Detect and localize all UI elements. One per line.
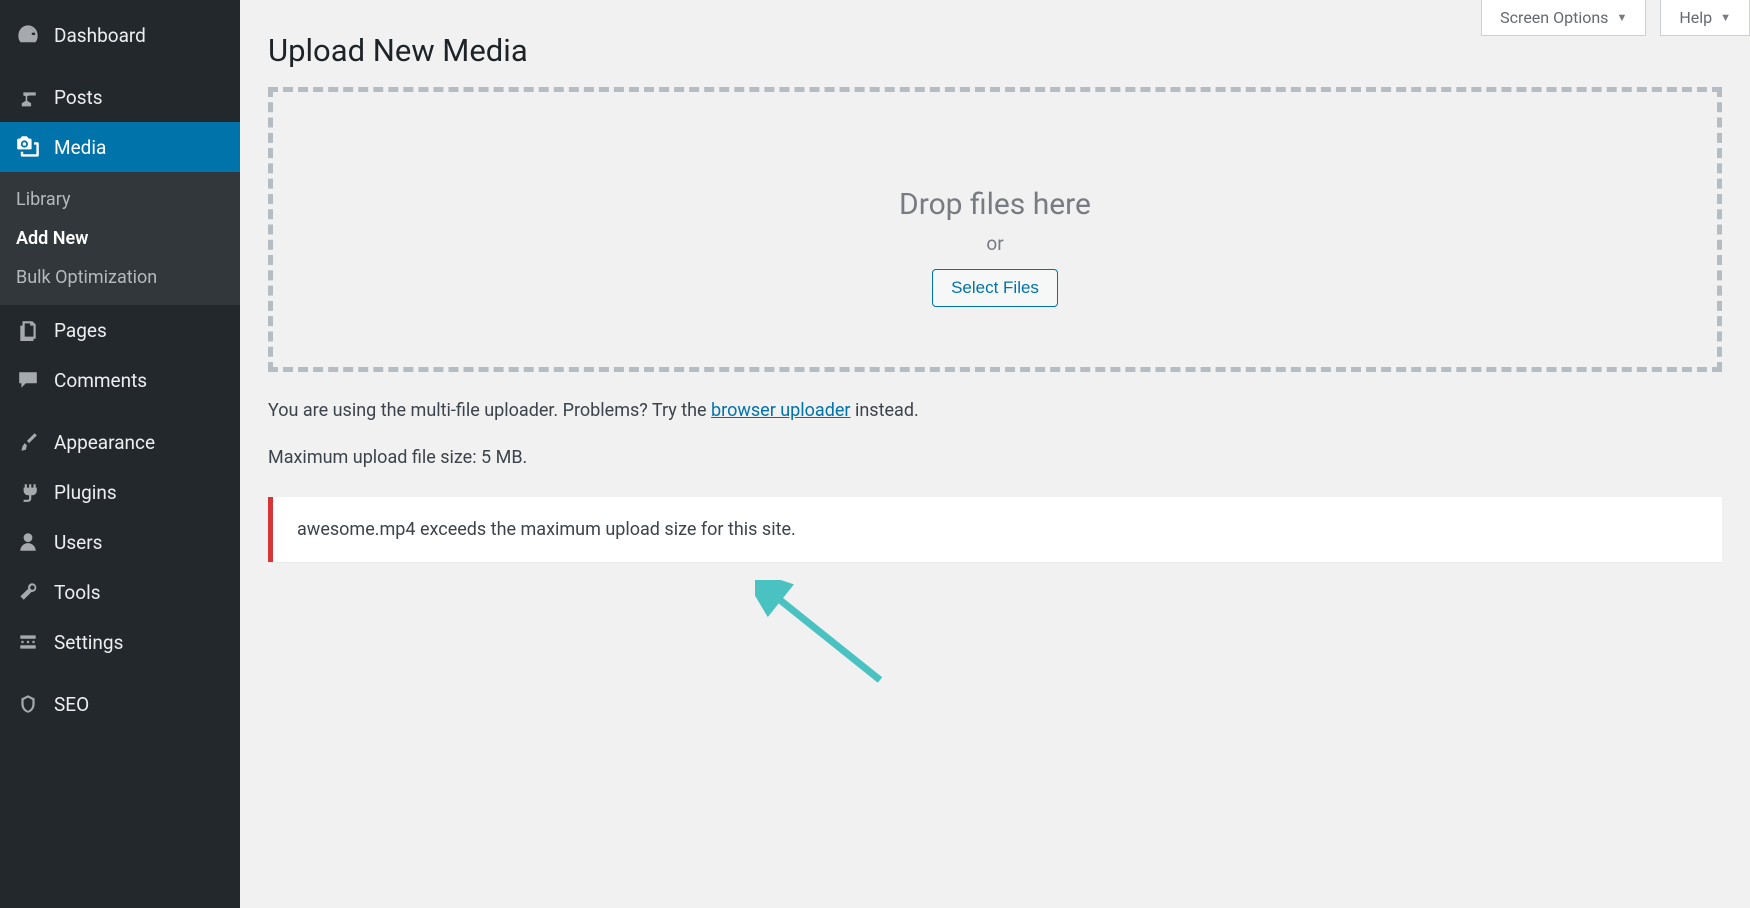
upload-error-message: awesome.mp4 exceeds the maximum upload s… [268, 497, 1722, 562]
sidebar-item-label: Dashboard [54, 24, 146, 47]
top-tabs: Screen Options ▼ Help ▼ [1481, 0, 1750, 36]
sidebar-item-label: SEO [54, 693, 89, 716]
help-label: Help [1679, 8, 1712, 27]
user-icon [14, 530, 42, 554]
sidebar-item-label: Plugins [54, 481, 117, 504]
brush-icon [14, 430, 42, 454]
sidebar-item-pages[interactable]: Pages [0, 305, 240, 355]
sidebar-item-plugins[interactable]: Plugins [0, 467, 240, 517]
help-tab[interactable]: Help ▼ [1660, 0, 1750, 36]
select-files-button[interactable]: Select Files [932, 269, 1058, 307]
sidebar-item-label: Pages [54, 319, 107, 342]
info-suffix: instead. [851, 400, 919, 421]
uploader-info-text: You are using the multi-file uploader. P… [268, 397, 1722, 424]
sidebar-item-label: Comments [54, 369, 147, 392]
comments-icon [14, 368, 42, 392]
submenu-item-bulk-optimization[interactable]: Bulk Optimization [0, 258, 240, 297]
sidebar-item-appearance[interactable]: Appearance [0, 417, 240, 467]
sidebar-item-label: Settings [54, 631, 123, 654]
sidebar-item-label: Posts [54, 86, 103, 109]
upload-dropzone[interactable]: Drop files here or Select Files [268, 87, 1722, 372]
sidebar-item-posts[interactable]: Posts [0, 72, 240, 122]
main-content: Screen Options ▼ Help ▼ Upload New Media… [240, 0, 1750, 908]
sidebar-item-users[interactable]: Users [0, 517, 240, 567]
media-submenu: Library Add New Bulk Optimization [0, 172, 240, 305]
screen-options-tab[interactable]: Screen Options ▼ [1481, 0, 1646, 36]
admin-sidebar: Dashboard Posts Media Library Add New Bu… [0, 0, 240, 908]
plugin-icon [14, 480, 42, 504]
wrench-icon [14, 580, 42, 604]
max-upload-size: Maximum upload file size: 5 MB. [268, 444, 1722, 471]
sidebar-item-seo[interactable]: SEO [0, 679, 240, 729]
seo-icon [14, 692, 42, 716]
sidebar-item-label: Media [54, 136, 106, 159]
sidebar-item-label: Tools [54, 581, 101, 604]
media-icon [14, 135, 42, 159]
arrow-annotation [755, 580, 895, 700]
chevron-down-icon: ▼ [1720, 11, 1731, 24]
sidebar-item-label: Appearance [54, 431, 155, 454]
submenu-item-library[interactable]: Library [0, 180, 240, 219]
chevron-down-icon: ▼ [1616, 11, 1627, 24]
sidebar-item-comments[interactable]: Comments [0, 355, 240, 405]
browser-uploader-link[interactable]: browser uploader [711, 400, 850, 421]
pages-icon [14, 318, 42, 342]
pin-icon [14, 85, 42, 109]
or-text: or [293, 232, 1697, 255]
info-prefix: You are using the multi-file uploader. P… [268, 400, 711, 421]
drop-files-text: Drop files here [293, 187, 1697, 222]
sidebar-item-tools[interactable]: Tools [0, 567, 240, 617]
dashboard-icon [14, 23, 42, 47]
sidebar-item-media[interactable]: Media [0, 122, 240, 172]
screen-options-label: Screen Options [1500, 8, 1608, 27]
sidebar-item-dashboard[interactable]: Dashboard [0, 10, 240, 60]
sidebar-item-settings[interactable]: Settings [0, 617, 240, 667]
sidebar-item-label: Users [54, 531, 102, 554]
settings-icon [14, 630, 42, 654]
submenu-item-add-new[interactable]: Add New [0, 219, 240, 258]
